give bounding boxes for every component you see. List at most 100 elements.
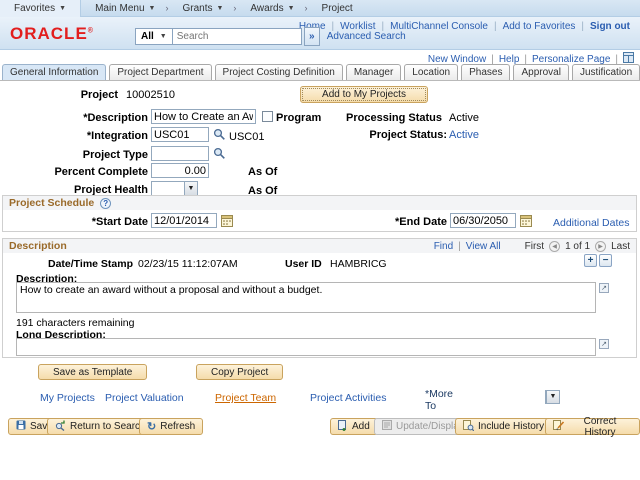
favorites-menu[interactable]: Favorites ▼: [0, 0, 81, 17]
datetime-stamp-value: 02/23/15 11:12:07AM: [138, 258, 238, 270]
tab-project-costing-definition[interactable]: Project Costing Definition: [215, 64, 343, 80]
project-activities-link[interactable]: Project Activities: [310, 392, 386, 404]
project-type-input[interactable]: [151, 146, 209, 161]
search-go-button[interactable]: »: [304, 27, 320, 46]
calendar-icon[interactable]: [221, 214, 233, 227]
main-menu[interactable]: Main Menu ▼: [95, 3, 155, 14]
end-date-input[interactable]: [450, 213, 516, 228]
add-icon: [338, 420, 348, 434]
description-field-input[interactable]: [151, 109, 256, 124]
app-header: ORACLE® Home | Worklist | MultiChannel C…: [0, 17, 640, 50]
more-to-select[interactable]: ▼: [545, 390, 560, 404]
project-valuation-link[interactable]: Project Valuation: [105, 392, 184, 404]
include-history-icon: [463, 420, 474, 434]
datetime-stamp-label: Date/Time Stamp: [0, 258, 133, 270]
chevron-down-icon: ▼: [59, 5, 66, 12]
chevron-down-icon: ▼: [184, 182, 197, 195]
new-window-link[interactable]: New Window: [428, 54, 486, 65]
chevron-down-icon: ▼: [160, 33, 167, 40]
tab-location[interactable]: Location: [404, 64, 458, 80]
breadcrumb-grants[interactable]: Grants ▼: [182, 3, 223, 14]
delete-row-button[interactable]: −: [599, 254, 612, 267]
correct-history-button[interactable]: Correct History: [545, 418, 640, 435]
next-row-icon[interactable]: ▶: [595, 241, 606, 252]
tab-justification[interactable]: Justification: [572, 64, 640, 80]
integration-field-input[interactable]: [151, 127, 209, 142]
additional-dates-link[interactable]: Additional Dates: [553, 217, 629, 229]
previous-row-icon[interactable]: ◀: [549, 241, 560, 252]
include-history-button[interactable]: Include History: [455, 418, 552, 435]
advanced-search-link[interactable]: Advanced Search: [327, 31, 406, 42]
my-projects-link[interactable]: My Projects: [40, 392, 95, 404]
add-row-button[interactable]: +: [584, 254, 597, 267]
percent-complete-label: Percent Complete: [0, 166, 148, 178]
percent-complete-input[interactable]: [151, 163, 209, 178]
add-to-my-projects-button[interactable]: Add to My Projects: [300, 86, 428, 103]
project-type-label: Project Type: [0, 149, 148, 161]
search-input[interactable]: [172, 28, 302, 45]
description-header: Description Find | View All First ◀ 1 of…: [3, 239, 636, 253]
search-scope-select[interactable]: All ▼: [135, 28, 172, 45]
breadcrumb-separator: ›: [233, 3, 236, 13]
sign-out-link[interactable]: Sign out: [590, 21, 630, 32]
personalize-page-link[interactable]: Personalize Page: [532, 54, 610, 65]
tab-manager[interactable]: Manager: [346, 64, 401, 80]
breadcrumb: Favorites ▼ Main Menu ▼ › Grants ▼ › Awa…: [0, 0, 640, 17]
chars-remaining-text: 191 characters remaining: [16, 317, 134, 329]
tab-phases[interactable]: Phases: [461, 64, 510, 80]
row-navigation: Find | View All First ◀ 1 of 1 ▶ Last: [434, 241, 630, 252]
find-link[interactable]: Find: [434, 241, 453, 252]
return-to-search-button[interactable]: Return to Search: [47, 418, 154, 435]
chevron-down-icon: ▼: [216, 5, 223, 12]
long-description-textarea[interactable]: [16, 338, 596, 356]
percent-as-of-label: As Of: [248, 166, 288, 178]
tab-general-information[interactable]: General Information: [2, 64, 106, 80]
breadcrumb-project: Project: [322, 3, 353, 14]
project-health-select[interactable]: ▼: [151, 181, 198, 196]
chevron-down-icon: ▼: [149, 5, 156, 12]
project-id-value: 10002510: [126, 89, 175, 101]
project-schedule-header: Project Schedule ?: [3, 196, 636, 210]
start-date-label: *Start Date: [0, 216, 148, 228]
return-to-search-icon: [55, 420, 66, 434]
tab-approval[interactable]: Approval: [513, 64, 568, 80]
page-tabs: General Information Project Department P…: [0, 64, 640, 81]
integration-description: USC01: [229, 131, 264, 143]
user-id-label: User ID: [285, 258, 323, 270]
save-icon: [16, 420, 26, 433]
project-status-label: Project Status:: [330, 129, 447, 141]
processing-status-value: Active: [449, 112, 479, 124]
more-to-label: *More To: [425, 388, 463, 412]
breadcrumb-awards[interactable]: Awards ▼: [250, 3, 294, 14]
chevron-down-icon: ▼: [546, 391, 559, 403]
integration-field-label: *Integration: [0, 130, 148, 142]
start-date-input[interactable]: [151, 213, 217, 228]
correct-history-icon: [553, 420, 564, 434]
user-id-value: HAMBRICG: [330, 258, 387, 270]
first-label: First: [525, 241, 544, 252]
view-all-link[interactable]: View All: [466, 241, 501, 252]
description-field-label: *Description: [0, 112, 148, 124]
project-team-link[interactable]: Project Team: [215, 392, 276, 404]
refresh-icon: ↻: [147, 420, 156, 433]
help-link[interactable]: Help: [499, 54, 520, 65]
expand-textarea-icon[interactable]: ↗: [599, 339, 609, 349]
program-checkbox[interactable]: [262, 111, 273, 122]
add-to-favorites-link[interactable]: Add to Favorites: [503, 21, 576, 32]
copy-project-button[interactable]: Copy Project: [196, 364, 283, 380]
favorites-label: Favorites: [14, 3, 55, 14]
expand-textarea-icon[interactable]: ↗: [599, 283, 609, 293]
project-status-value-link[interactable]: Active: [449, 129, 479, 141]
lookup-icon[interactable]: [213, 147, 226, 160]
help-icon[interactable]: ?: [100, 198, 111, 209]
update-display-icon: [382, 420, 392, 433]
description-textarea[interactable]: How to create an award without a proposa…: [16, 282, 596, 313]
save-as-template-button[interactable]: Save as Template: [38, 364, 147, 380]
add-button[interactable]: Add: [330, 418, 378, 435]
tab-project-department[interactable]: Project Department: [109, 64, 211, 80]
lookup-icon[interactable]: [213, 128, 226, 141]
oracle-logo: ORACLE®: [10, 24, 94, 44]
calendar-icon[interactable]: [520, 214, 532, 227]
refresh-button[interactable]: ↻ Refresh: [139, 418, 203, 435]
breadcrumb-separator: ›: [165, 3, 168, 13]
